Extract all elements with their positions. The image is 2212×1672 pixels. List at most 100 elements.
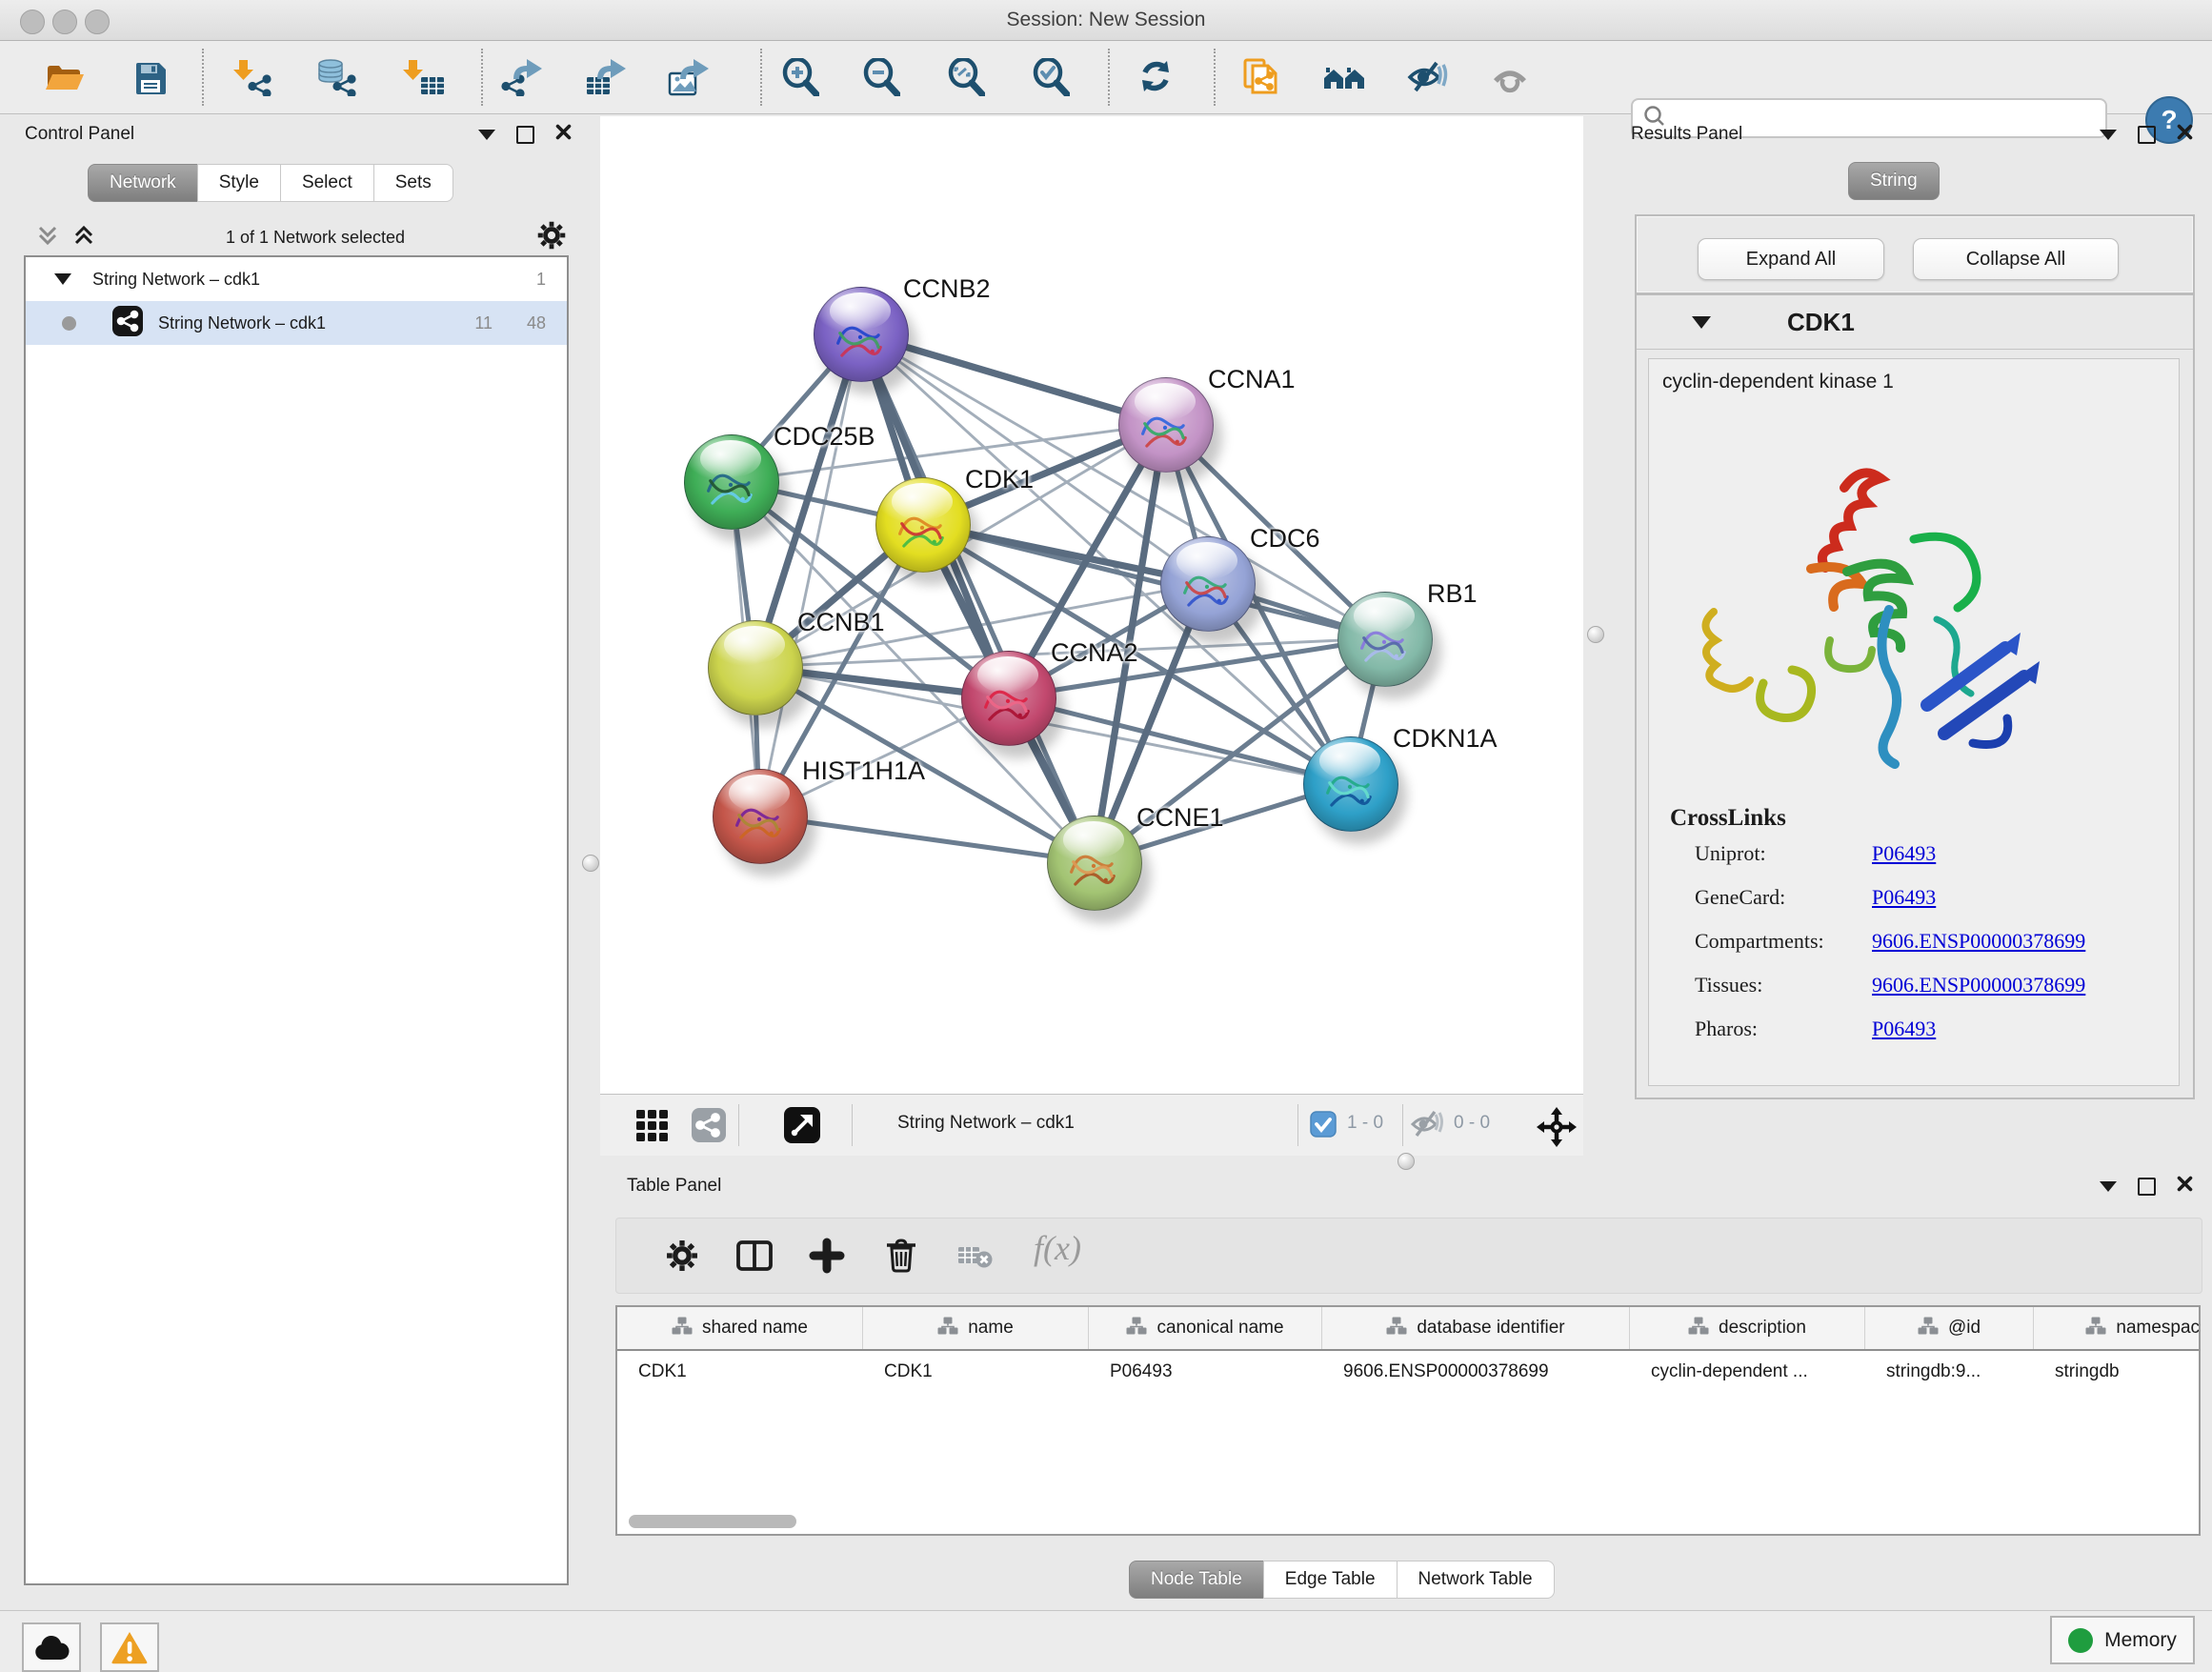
grid-view-icon[interactable] [627,1100,676,1150]
network-share-icon[interactable] [684,1100,734,1150]
collapse-all-button[interactable]: Collapse All [1913,238,2119,280]
crosslink-link[interactable]: P06493 [1872,885,1936,917]
network-canvas[interactable]: CCNB2CCNA1CDC25BCDK1CDC6RB1CCNB1CCNA2CDK… [600,116,1583,1094]
network-edge[interactable] [759,816,1094,862]
import-network-database-icon[interactable] [312,52,362,102]
refresh-view-icon[interactable] [1131,52,1180,102]
import-table-file-icon[interactable] [400,52,450,102]
panel-menu-icon[interactable] [2100,130,2117,140]
collapse-triangle-icon[interactable] [1692,316,1711,329]
open-in-new-icon[interactable] [777,1100,827,1150]
network-node-ccne1[interactable] [1047,816,1142,911]
crosslink-label: Uniprot: [1695,841,1872,874]
open-session-icon[interactable] [40,52,90,102]
crosslink-link[interactable]: 9606.ENSP00000378699 [1872,929,2085,961]
zoom-out-icon[interactable] [856,52,906,102]
home-icon[interactable] [1319,52,1369,102]
table-options-gear-icon[interactable] [660,1234,704,1278]
tab-node-table[interactable]: Node Table [1129,1561,1264,1599]
zoom-in-icon[interactable] [775,52,825,102]
vertical-splitter-handle[interactable] [582,855,599,872]
scrollbar-thumb[interactable] [629,1515,796,1528]
column-header-namespace[interactable]: namespace [2034,1307,2201,1349]
collapse-triangle-icon[interactable] [54,273,71,285]
network-options-gear-icon[interactable] [535,219,568,256]
network-node-cdkn1a[interactable] [1303,736,1398,832]
show-columns-icon[interactable] [733,1234,776,1278]
crosslink-row: Compartments:9606.ENSP00000378699 [1695,929,2163,961]
table-cell[interactable]: stringdb:9... [1865,1351,2034,1393]
create-column-icon[interactable] [805,1234,849,1278]
network-node-ccnb2[interactable] [814,287,909,382]
column-header-database-identifier[interactable]: database identifier [1322,1307,1630,1349]
tab-sets[interactable]: Sets [373,164,453,202]
float-panel-icon[interactable] [516,126,534,144]
tab-style[interactable]: Style [197,164,281,202]
tab-network-table[interactable]: Network Table [1397,1561,1555,1599]
export-image-icon[interactable] [665,52,714,102]
table-cell[interactable]: P06493 [1089,1351,1322,1393]
network-node-cdc6[interactable] [1160,536,1256,632]
float-panel-icon[interactable] [2138,126,2156,144]
column-header-description[interactable]: description [1630,1307,1865,1349]
network-node-hist1h1a[interactable] [713,769,808,864]
tab-network[interactable]: Network [88,164,198,202]
network-node-ccna2[interactable] [961,651,1056,746]
expand-all-icon[interactable] [72,224,95,252]
tab-select[interactable]: Select [280,164,374,202]
collapse-all-icon[interactable] [36,224,59,252]
network-node-ccna1[interactable] [1118,377,1214,473]
panel-menu-icon[interactable] [2100,1181,2117,1192]
column-header-canonical-name[interactable]: canonical name [1089,1307,1322,1349]
network-node-cdc25b[interactable] [684,434,779,530]
table-cell[interactable]: CDK1 [863,1351,1089,1393]
hide-selected-icon[interactable] [1403,52,1453,102]
export-table-icon[interactable] [582,52,632,102]
duplicate-network-icon[interactable] [1237,52,1286,102]
fit-selected-crosshair-icon[interactable] [1532,1102,1581,1152]
warnings-icon[interactable] [100,1622,159,1672]
network-node-rb1[interactable] [1337,592,1433,687]
column-header-name[interactable]: name [863,1307,1089,1349]
crosslink-label: Pharos: [1695,1017,1872,1049]
save-session-icon[interactable] [126,52,175,102]
delete-columns-icon[interactable] [879,1234,923,1278]
table-cell[interactable]: stringdb [2034,1351,2201,1393]
crosslink-link[interactable]: P06493 [1872,1017,1936,1049]
network-row[interactable]: String Network – cdk1 11 48 [26,301,567,345]
memory-button[interactable]: Memory [2050,1616,2195,1664]
zoom-fit-icon[interactable] [941,52,991,102]
zoom-selected-icon[interactable] [1026,52,1076,102]
network-node-ccnb1[interactable] [708,620,803,715]
hidden-eye-icon[interactable] [1410,1102,1444,1146]
crosslink-link[interactable]: 9606.ENSP00000378699 [1872,973,2085,1005]
close-panel-icon[interactable] [555,124,572,145]
network-collection-row[interactable]: String Network – cdk1 1 [26,257,567,301]
selected-checkbox-icon[interactable] [1309,1102,1337,1146]
crosslink-label: Compartments: [1695,929,1872,961]
network-node-cdk1[interactable] [875,477,971,573]
horizontal-scrollbar[interactable] [619,1515,2197,1530]
node-label-cdc6: CDC6 [1250,524,1320,554]
node-table[interactable]: shared namenamecanonical namedatabase id… [615,1305,2201,1536]
close-panel-icon[interactable] [2177,124,2193,145]
column-header-shared-name[interactable]: shared name [617,1307,863,1349]
export-network-icon[interactable] [498,52,548,102]
table-cell[interactable]: 9606.ENSP00000378699 [1322,1351,1630,1393]
table-cell[interactable]: CDK1 [617,1351,863,1393]
crosslink-link[interactable]: P06493 [1872,841,1936,874]
import-network-file-icon[interactable] [231,52,280,102]
vertical-splitter-handle-right[interactable] [1587,626,1604,643]
tab-edge-table[interactable]: Edge Table [1263,1561,1398,1599]
table-cell[interactable]: cyclin-dependent ... [1630,1351,1865,1393]
entry-header[interactable]: CDK1 [1637,295,2193,350]
table-row[interactable]: CDK1CDK1P064939606.ENSP00000378699cyclin… [617,1351,2199,1393]
cloud-icon[interactable] [22,1622,81,1672]
float-panel-icon[interactable] [2138,1178,2156,1196]
expand-all-button[interactable]: Expand All [1698,238,1884,280]
column-header--id[interactable]: @id [1865,1307,2034,1349]
network-edge[interactable] [759,333,860,816]
panel-menu-icon[interactable] [478,130,495,140]
close-panel-icon[interactable] [2177,1176,2193,1197]
tab-string[interactable]: String [1848,162,1940,200]
